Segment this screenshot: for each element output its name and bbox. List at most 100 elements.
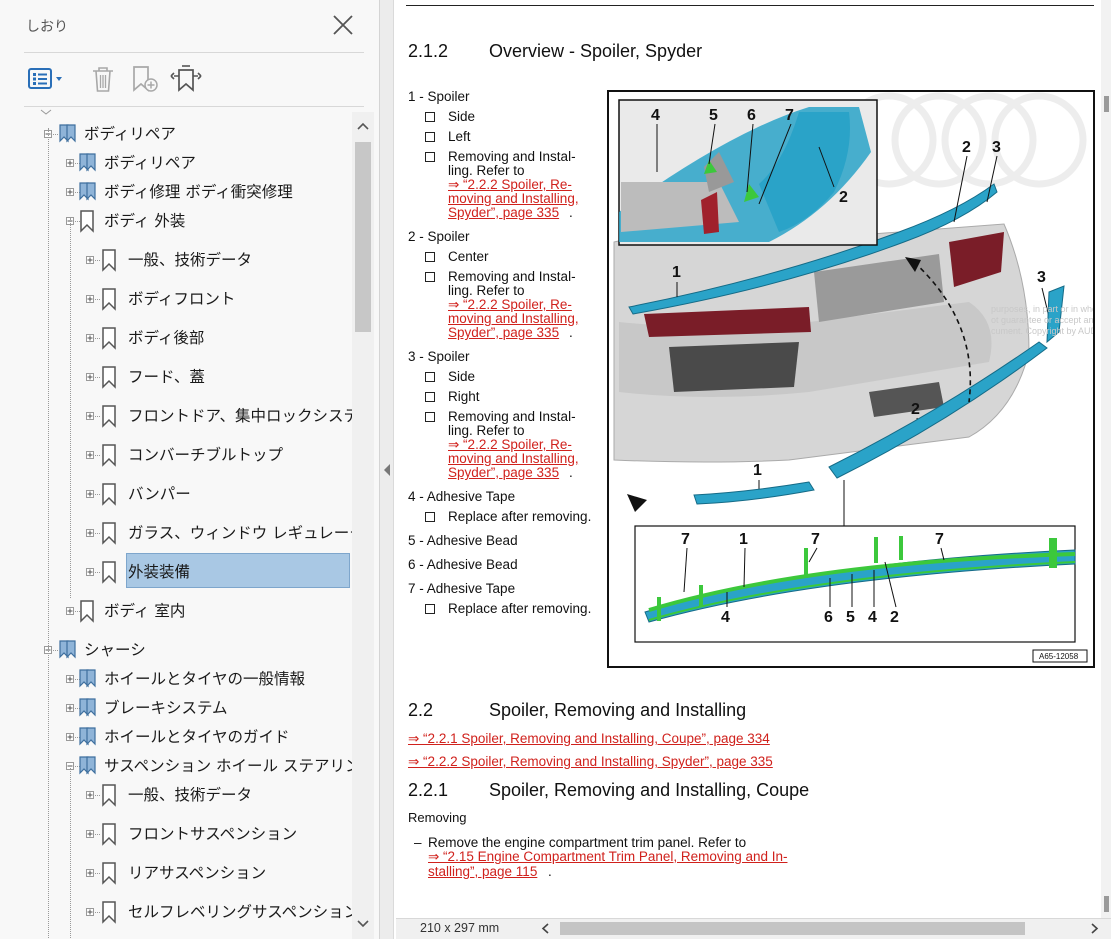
scroll-right-arrow-icon[interactable] [1086,920,1102,937]
svg-text:3: 3 [992,139,1001,156]
bookmark-item[interactable]: ブレーキシステム [0,694,352,722]
expand-toggle-icon[interactable] [66,675,74,683]
expand-toggle-icon[interactable] [86,412,94,420]
link-2-2-1[interactable]: ⇒ “2.2.1 Spoiler, Removing and Installin… [408,731,770,747]
bookmark-icon [100,287,118,315]
bookmark-item[interactable]: ボディフロント [0,285,352,313]
bookmark-item[interactable]: ホイールとタイヤの一般情報 [0,665,352,693]
bookmark-item[interactable]: フロントドア、集中ロックシステム [0,402,352,430]
svg-text:7: 7 [785,107,794,124]
bookmark-options-icon[interactable] [26,62,70,96]
svg-text:6: 6 [824,609,833,626]
bookmark-label: ボディフロント [128,290,236,308]
scroll-down-arrow-icon[interactable] [352,914,374,934]
step-link-line-1[interactable]: ⇒ “2.15 Engine Compartment Trim Panel, R… [428,849,787,865]
bookmark-group-icon [58,638,78,664]
close-icon[interactable] [330,12,356,38]
header-divider [24,52,364,53]
expand-toggle-icon[interactable] [86,490,94,498]
bookmark-item[interactable]: ボディ 外装 [0,207,352,235]
expand-toggle-icon[interactable] [86,830,94,838]
bookmark-item[interactable]: ボディ後部 [0,324,352,352]
document-scrollbar-thumb-bottom[interactable] [1104,896,1109,912]
bookmark-item[interactable]: 一般、技術データ [0,246,352,274]
link-2-2-2[interactable]: ⇒ “2.2.2 Spoiler, Removing and Installin… [408,754,773,770]
bookmark-group-icon [58,122,78,148]
bookmark-item[interactable]: ホイールとタイヤのガイド [0,723,352,751]
bookmark-item[interactable]: セルフレベリングサスペンション [0,898,352,926]
bookmark-label: シャーシ [84,641,146,659]
expand-toggle-icon[interactable] [86,791,94,799]
legend-title: 5 - Adhesive Bead [408,533,518,548]
checkbox-bullet-icon [425,412,435,422]
bookmark-item[interactable]: ボディリペア [0,120,352,148]
expand-toggle-icon[interactable] [86,869,94,877]
bookmark-item[interactable]: サスペンション ホイール ステアリング [0,752,352,780]
scroll-left-arrow-icon[interactable] [538,920,554,937]
legend-item-tail: . [569,205,573,220]
bookmarks-scrollbar-thumb[interactable] [355,142,371,332]
bookmark-label: ホイールとタイヤの一般情報 [104,670,306,688]
bookmark-icon [100,365,118,393]
checkbox-bullet-icon [425,152,435,162]
expand-toggle-icon[interactable] [66,159,74,167]
bookmark-item[interactable]: シャーシ [0,636,352,664]
cross-reference-link[interactable]: Spyder”, page 335 [448,205,559,221]
checkbox-bullet-icon [425,112,435,122]
cross-reference-link[interactable]: Spyder”, page 335 [448,325,559,341]
bookmark-item[interactable]: 一般、技術データ [0,781,352,809]
watermark-line-1: purposes, in part or in whole [991,304,1093,314]
collapse-panel-arrow-icon[interactable] [383,462,391,476]
bookmark-item[interactable]: ボディ修理 ボディ衝突修理 [0,178,352,206]
svg-text:2: 2 [839,189,848,206]
bookmark-item[interactable]: フロントサスペンション [0,820,352,848]
expand-toggle-icon[interactable] [86,908,94,916]
scroll-up-arrow-icon[interactable] [352,116,374,136]
delete-bookmark-icon[interactable] [88,62,118,96]
expand-toggle-icon[interactable] [86,529,94,537]
legend-title: 4 - Adhesive Tape [408,489,516,504]
bookmark-item[interactable]: ガラス、ウィンドウ レギュレーター [0,519,352,547]
bookmark-item[interactable]: 外装装備 [0,553,352,588]
svg-text:4: 4 [721,609,730,626]
section-number-2-2: 2.2 [408,700,434,720]
bookmark-label: 外装装備 [128,563,191,581]
find-current-bookmark-icon[interactable] [168,62,204,96]
bookmark-item[interactable]: フード、蓋 [0,363,352,391]
expand-toggle-icon[interactable] [66,607,74,615]
bookmark-item[interactable]: リアサスペンション [0,859,352,887]
add-bookmark-icon[interactable] [128,62,162,96]
expand-toggle-icon[interactable] [86,451,94,459]
expand-toggle-icon[interactable] [86,256,94,264]
legend-item-text: Side [448,109,476,124]
bookmark-item[interactable]: バンパー [0,480,352,508]
document-vertical-scrollbar[interactable] [1101,0,1111,918]
section-number: 2.1.2 [408,41,449,61]
horizontal-scrollbar-thumb[interactable] [560,922,1025,935]
expand-toggle-icon[interactable] [86,568,94,576]
bookmark-item[interactable]: コンバーチブルトップ [0,441,352,469]
bookmark-item[interactable]: ボディ 室内 [0,597,352,625]
checkbox-bullet-icon [425,252,435,262]
bookmark-icon [100,900,118,928]
bookmark-label: 一般、技術データ [128,251,253,269]
svg-text:1: 1 [672,264,681,281]
bookmark-item[interactable]: ボディリペア [0,149,352,177]
expand-toggle-icon[interactable] [66,733,74,741]
bookmark-icon [100,248,118,276]
figure-code: A65-12058 [1039,652,1079,661]
expand-toggle-icon[interactable] [86,295,94,303]
expand-toggle-icon[interactable] [86,373,94,381]
svg-text:1: 1 [739,531,748,548]
checkbox-bullet-icon [425,604,435,614]
bookmark-label: ブレーキシステム [104,699,228,717]
step-link-line-2[interactable]: stalling”, page 115 [428,864,537,880]
cross-reference-link[interactable]: Spyder”, page 335 [448,465,559,481]
svg-text:7: 7 [811,531,820,548]
expand-toggle-icon[interactable] [66,188,74,196]
expand-toggle-icon[interactable] [86,334,94,342]
legend-item-text: Removing and Instal- [448,269,576,284]
expand-toggle-icon[interactable] [66,704,74,712]
document-scrollbar-thumb[interactable] [1104,96,1109,112]
panel-title: しおり [26,19,68,35]
